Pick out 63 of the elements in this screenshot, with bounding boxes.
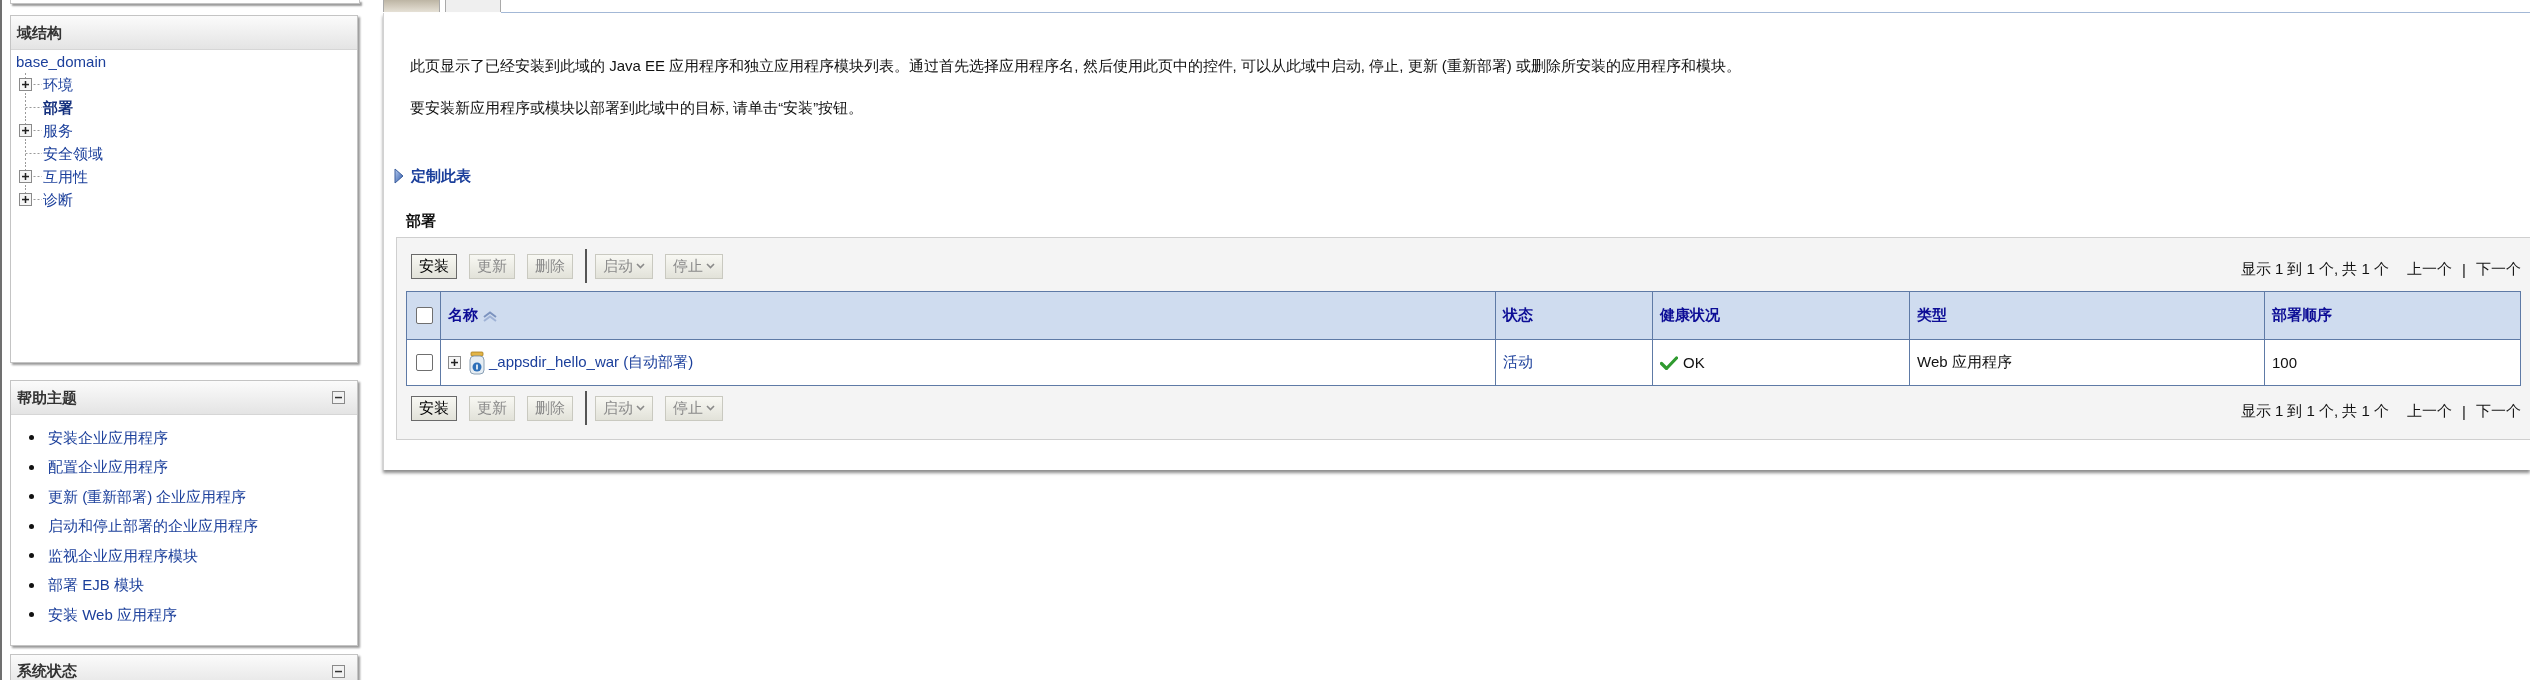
panel-title: 域结构	[17, 24, 62, 41]
help-link[interactable]: 安装企业应用程序	[48, 427, 168, 448]
pagination-summary: 显示 1 到 1 个, 共 1 个	[2240, 259, 2390, 279]
tree-item[interactable]: 诊断	[43, 189, 73, 210]
caret-icon	[636, 405, 645, 411]
help-link[interactable]: 更新 (重新部署) 企业应用程序	[48, 486, 247, 507]
tree-item[interactable]: 安全领域	[43, 143, 103, 164]
collapse-icon[interactable]	[332, 664, 345, 678]
tree-branch-line	[25, 73, 42, 96]
pagination-separator: |	[2462, 402, 2466, 420]
tree-item[interactable]: 部署	[43, 97, 73, 118]
state-link[interactable]: 活动	[1503, 353, 1533, 370]
help-link[interactable]: 启动和停止部署的企业应用程序	[48, 516, 258, 537]
column-header[interactable]: 名称	[440, 291, 1496, 340]
toolbar-button[interactable]: 安装	[411, 253, 457, 279]
panel-title: 系统状态	[17, 663, 77, 679]
bullet-icon	[29, 464, 34, 470]
help-link[interactable]: 部署 EJB 模块	[48, 575, 144, 596]
intro-text: 要安装新应用程序或模块以部署到此域中的目标, 请单击“安装”按钮。	[410, 98, 865, 118]
bullet-icon	[29, 494, 34, 500]
tree-branch-line	[25, 119, 42, 142]
bullet-icon	[29, 582, 34, 588]
help-link[interactable]: 监视企业应用程序模块	[48, 545, 198, 566]
caret-icon	[706, 263, 715, 269]
tree-branch-line	[25, 96, 42, 119]
section-title: 部署	[406, 211, 437, 231]
bullet-icon	[29, 553, 34, 559]
column-header[interactable]: 状态	[1495, 291, 1653, 340]
health-text: OK	[1683, 354, 1705, 371]
pagination-summary: 显示 1 到 1 个, 共 1 个	[2240, 401, 2390, 421]
bullet-icon	[29, 435, 34, 441]
row-checkbox[interactable]	[416, 354, 433, 371]
jar-icon	[468, 350, 486, 375]
tree-item[interactable]: 服务	[43, 120, 73, 141]
expand-icon[interactable]	[19, 170, 32, 183]
tree-root-link[interactable]: base_domain	[16, 51, 107, 73]
deployment-name-link[interactable]: _appsdir_hello_war (自动部署)	[489, 353, 694, 372]
expand-icon[interactable]	[19, 193, 32, 206]
customize-table-link[interactable]: 定制此表	[394, 166, 471, 186]
expand-icon[interactable]	[19, 124, 32, 137]
table-cell: Web 应用程序	[1909, 339, 2265, 386]
expand-icon[interactable]	[448, 356, 461, 369]
triangle-icon	[394, 168, 404, 184]
help-link[interactable]: 安装 Web 应用程序	[48, 604, 177, 625]
pagination-separator: |	[2462, 260, 2466, 278]
table-cell: 100	[2264, 339, 2521, 386]
caret-icon	[636, 263, 645, 269]
tree-item[interactable]: 互用性	[43, 166, 88, 187]
select-all-checkbox[interactable]	[416, 307, 433, 324]
bullet-icon	[29, 523, 34, 529]
collapse-icon[interactable]	[332, 391, 345, 404]
expand-icon[interactable]	[19, 78, 32, 91]
tree-item[interactable]: 环境	[43, 74, 73, 95]
caret-icon	[706, 405, 715, 411]
column-header[interactable]: 类型	[1909, 291, 2265, 340]
intro-text: 此页显示了已经安装到此域的 Java EE 应用程序和独立应用程序模块列表。通过首先选择应用程序名, 然后使用此页中的控件, 可以从此域中启动, 停止, 更新 (重新部署) 或删除所安装的应用程序和模块。	[410, 56, 1742, 76]
help-link[interactable]: 配置企业应用程序	[48, 457, 168, 478]
tree-branch-line	[25, 142, 42, 165]
column-header[interactable]: 部署顺序	[2264, 291, 2521, 340]
panel-title: 帮助主题	[17, 389, 77, 406]
column-header[interactable]: 健康状况	[1652, 291, 1910, 340]
toolbar-button[interactable]: 安装	[411, 395, 457, 421]
bullet-icon	[29, 612, 34, 618]
